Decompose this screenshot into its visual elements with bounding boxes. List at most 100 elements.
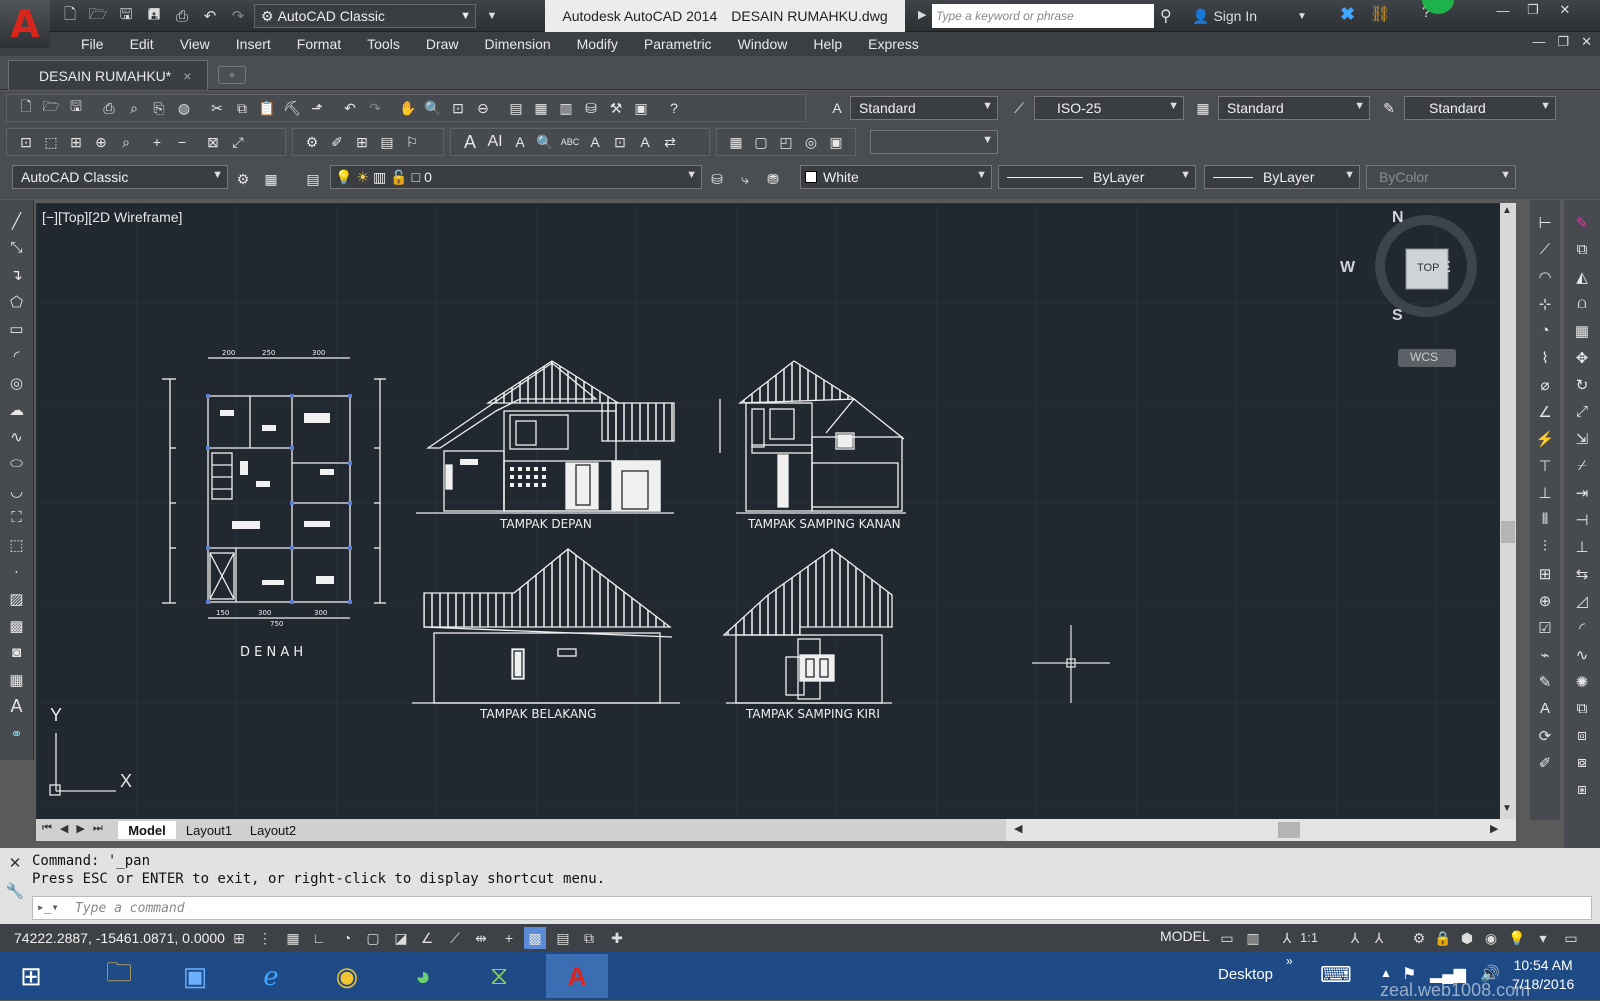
line-icon[interactable]: ╱ (5, 210, 29, 231)
coordinates-readout[interactable]: 74222.2887, -15461.0871, 0.0000 (14, 930, 225, 946)
center-mark-icon[interactable]: ⊕ (1533, 590, 1557, 611)
menu-parametric[interactable]: Parametric (631, 36, 725, 52)
single-line-text-icon[interactable]: AI (484, 131, 506, 153)
status-menu-icon[interactable]: ▾ (1532, 927, 1554, 949)
table-icon[interactable]: ▦ (5, 669, 29, 690)
viewcube-top-face[interactable]: TOP (1417, 262, 1439, 274)
open-file-icon[interactable]: 🗁 (86, 4, 110, 28)
polygonal-viewport-icon[interactable]: ◰ (775, 131, 797, 153)
properties-icon[interactable]: ▤ (505, 97, 527, 119)
break-icon[interactable]: ⊥ (1570, 536, 1594, 557)
ellipse-arc-icon[interactable]: ◡ (5, 480, 29, 501)
single-viewport-icon[interactable]: ▢ (750, 131, 772, 153)
tab-model[interactable]: Model (118, 821, 176, 839)
menu-draw[interactable]: Draw (413, 36, 472, 52)
point-icon[interactable]: · (5, 561, 29, 582)
table-style-icon[interactable]: ▦ (1192, 97, 1214, 119)
clean-screen-icon[interactable]: 💡 (1506, 927, 1528, 949)
ordinate-dimension-icon[interactable]: ⊹ (1533, 293, 1557, 314)
cut-icon[interactable]: ✂ (206, 97, 228, 119)
layer-state-icon[interactable]: ⛃ (762, 168, 784, 190)
next-layout-icon[interactable]: ▶ (76, 822, 84, 835)
previous-layout-icon[interactable]: ◀ (60, 822, 68, 835)
extend-icon[interactable]: ⇥ (1570, 482, 1594, 503)
transparency-icon[interactable]: ▩ (524, 927, 546, 949)
array-icon[interactable]: ▦ (1570, 320, 1594, 341)
exchange-apps-icon[interactable]: ✖ (1340, 4, 1355, 25)
zoom-in-icon[interactable]: + (146, 131, 168, 153)
table-style-dropdown[interactable]: Standard ▼ (1218, 96, 1370, 120)
scroll-up-icon[interactable]: ▲ (1502, 205, 1512, 216)
continue-dimension-icon[interactable]: ⊥ (1533, 482, 1557, 503)
annotation-scale-value[interactable]: 1:1 (1300, 930, 1318, 945)
viewport-controls-label[interactable]: [−][Top][2D Wireframe] (42, 209, 182, 225)
zoom-center-icon[interactable]: ⊕ (90, 131, 112, 153)
search-expand-icon[interactable]: ▶ (918, 8, 926, 21)
scale-icon[interactable]: ⤢ (1570, 401, 1594, 422)
layer-isolate-icon[interactable]: ⊞ (351, 131, 373, 153)
find-text-icon[interactable]: 🔍 (534, 131, 556, 153)
horizontal-scrollbar[interactable]: ◀ ▶ (1006, 819, 1516, 841)
dimension-style-dropdown[interactable]: ISO-25 ▼ (1034, 96, 1184, 120)
object-snap-icon[interactable]: ▢ (362, 927, 384, 949)
quick-properties-icon[interactable]: ▤ (552, 927, 574, 949)
inspection-icon[interactable]: ☑ (1533, 617, 1557, 638)
polyline-icon[interactable]: ↴ (5, 264, 29, 285)
diameter-dimension-icon[interactable]: ⌀ (1533, 374, 1557, 395)
sketchup-icon[interactable]: ⧖ (468, 954, 530, 998)
stretch-icon[interactable]: ⇲ (1570, 428, 1594, 449)
trim-icon[interactable]: ⌿ (1570, 455, 1594, 476)
arc-icon[interactable]: ◜ (5, 345, 29, 366)
3d-print-icon[interactable]: ◍ (173, 97, 195, 119)
file-explorer-icon[interactable]: 🗀 (88, 954, 150, 998)
menu-modify[interactable]: Modify (564, 36, 631, 52)
object-snap-tracking-icon[interactable]: ∠ (416, 927, 438, 949)
spell-check-icon[interactable]: ABC (559, 131, 581, 153)
baseline-dimension-icon[interactable]: ⊤ (1533, 455, 1557, 476)
viewports-dialog-icon[interactable]: ▦ (725, 131, 747, 153)
quick-view-layouts-icon[interactable]: ▭ (1216, 927, 1238, 949)
zoom-window-icon[interactable]: ⊡ (15, 131, 37, 153)
menu-view[interactable]: View (167, 36, 223, 52)
application-menu-button[interactable]: A (0, 0, 50, 48)
autodesk-360-icon[interactable]: ⛓ (1370, 4, 1390, 24)
new-tab-button[interactable]: + (218, 66, 246, 84)
scroll-right-icon[interactable]: ▶ (1490, 822, 1498, 835)
customize-quick-access-icon[interactable]: ▼ (480, 4, 504, 28)
revision-cloud-icon[interactable]: ☁ (5, 399, 29, 420)
keyboard-icon[interactable]: ⌨ (1320, 962, 1352, 988)
app-icon-blue[interactable]: ▣ (164, 954, 226, 998)
zoom-scale-icon[interactable]: ⊞ (65, 131, 87, 153)
layer-previous-icon[interactable]: ⤷ (734, 168, 756, 190)
sheet-set-icon[interactable]: ⛁ (580, 97, 602, 119)
join-icon[interactable]: ⇆ (1570, 563, 1594, 584)
dynamic-ucs-icon[interactable]: ⟋ (444, 927, 466, 949)
search-input[interactable]: Type a keyword or phrase (932, 4, 1154, 28)
toolbar-lock-icon[interactable]: 🔒 (1432, 927, 1454, 949)
undo-icon[interactable]: ↶ (198, 4, 222, 28)
jogged-linear-icon[interactable]: ⌁ (1533, 644, 1557, 665)
design-center-icon[interactable]: ▦ (530, 97, 552, 119)
menu-insert[interactable]: Insert (223, 36, 284, 52)
text-style-dropdown[interactable]: Standard ▼ (850, 96, 998, 120)
selection-cycling-icon[interactable]: ⧉ (578, 927, 600, 949)
zoom-extents-icon[interactable]: ⤢ (227, 131, 249, 153)
close-command-line-icon[interactable]: ✕ (9, 854, 22, 872)
aligned-dimension-icon[interactable]: ⟋ (1533, 239, 1557, 260)
fullscreen-icon[interactable]: ▭ (1560, 927, 1582, 949)
internet-explorer-icon[interactable]: ℯ (240, 954, 302, 998)
paste-icon[interactable]: 📋 (256, 97, 278, 119)
dimension-break-icon[interactable]: ⫶ (1533, 536, 1557, 557)
gradient-icon[interactable]: ▩ (5, 615, 29, 636)
internet-download-manager-icon[interactable]: ◕ (392, 954, 454, 998)
break-at-point-icon[interactable]: ⊣ (1570, 509, 1594, 530)
desktop-expand-icon[interactable]: » (1286, 954, 1293, 968)
layer-match-icon[interactable]: ⚙ (301, 131, 323, 153)
hardware-acceleration-icon[interactable]: ⬢ (1456, 927, 1478, 949)
dimension-update-icon[interactable]: ⟳ (1533, 725, 1557, 746)
region-icon[interactable]: ◙ (5, 642, 29, 663)
command-input[interactable]: ▸_▾ Type a command (32, 896, 1592, 920)
layer-lock-icon[interactable]: ⚐ (401, 131, 423, 153)
lineweight-dropdown[interactable]: ByLayer ▼ (1204, 165, 1360, 189)
dynamic-input-icon[interactable]: ⇹ (470, 927, 492, 949)
